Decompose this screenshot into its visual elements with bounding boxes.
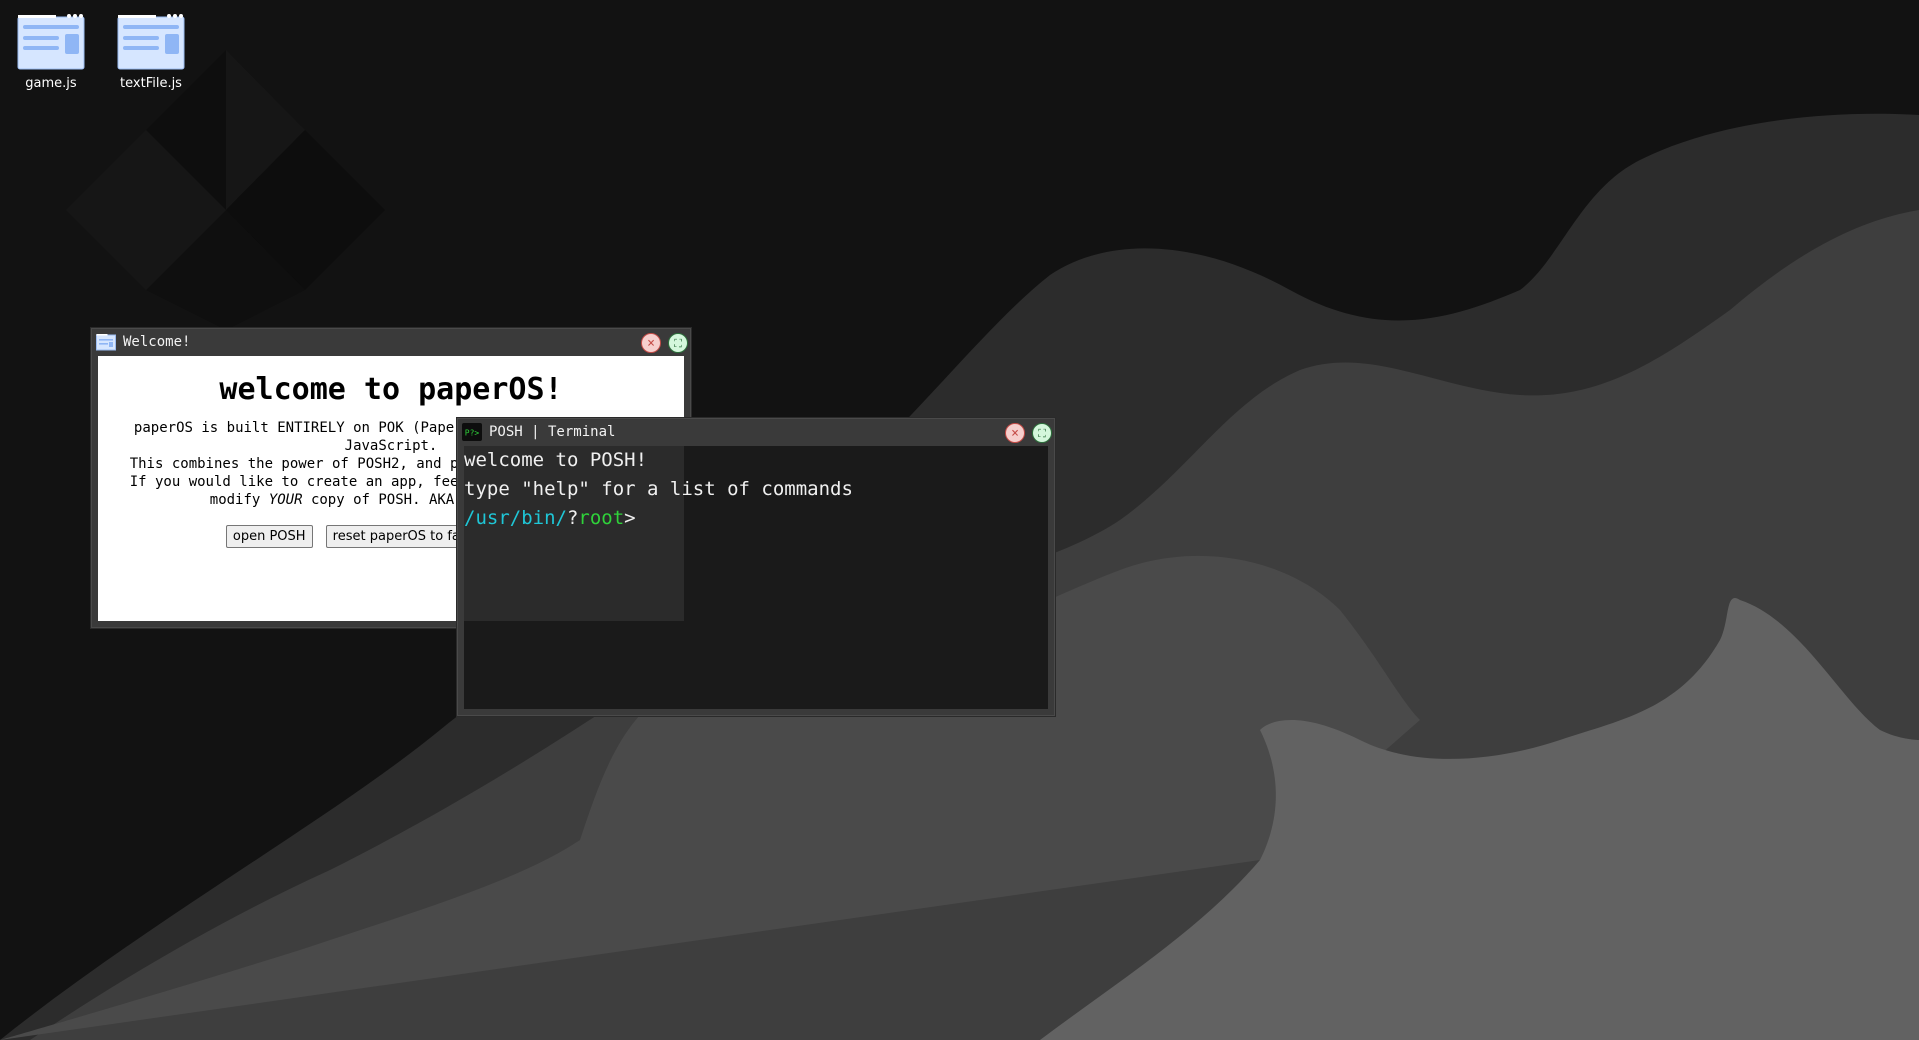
desktop-icon-label: textFile.js <box>120 76 182 91</box>
prompt-path: /usr/bin/ <box>464 507 567 529</box>
close-icon: × <box>1011 426 1019 441</box>
terminal-window: P?> POSH | Terminal × ⛶ welcome to POSH!… <box>457 418 1055 716</box>
desktop-icon-game-js[interactable]: game.js <box>1 12 101 91</box>
app-window-icon <box>117 14 185 70</box>
terminal-output[interactable]: welcome to POSH! type "help" for a list … <box>464 446 1048 709</box>
welcome-heading: welcome to paperOS! <box>219 372 563 407</box>
open-posh-button[interactable]: open POSH <box>225 525 313 548</box>
close-icon: × <box>647 336 655 351</box>
desktop-icon-label: game.js <box>25 76 77 91</box>
emphasis-text: YOUR <box>268 492 303 508</box>
prompt-symbol: > <box>624 507 636 529</box>
maximize-button[interactable]: ⛶ <box>1032 423 1052 443</box>
terminal-prompt[interactable]: /usr/bin/?root> <box>464 504 853 533</box>
maximize-button[interactable]: ⛶ <box>668 333 688 353</box>
app-window-icon <box>17 14 85 70</box>
terminal-titlebar[interactable]: P?> POSH | Terminal × ⛶ <box>458 419 1054 445</box>
window-title: Welcome! <box>123 334 191 350</box>
desktop: game.js textFile.js Welcome! × ⛶ welcome… <box>0 0 1919 1040</box>
terminal-icon: P?> <box>462 423 482 441</box>
close-button[interactable]: × <box>641 333 661 353</box>
maximize-icon: ⛶ <box>674 337 682 350</box>
terminal-line: type "help" for a list of commands <box>464 478 853 500</box>
app-window-icon <box>96 334 116 351</box>
window-title: POSH | Terminal <box>489 424 616 440</box>
description-line: modify <box>209 492 261 508</box>
prompt-marker: ? <box>566 507 579 529</box>
welcome-titlebar[interactable]: Welcome! × ⛶ <box>92 329 690 355</box>
close-button[interactable]: × <box>1005 423 1025 443</box>
terminal-body: welcome to POSH! type "help" for a list … <box>464 446 853 533</box>
terminal-line: welcome to POSH! <box>464 449 648 471</box>
desktop-icon-textfile-js[interactable]: textFile.js <box>101 12 201 91</box>
terminal-icon-text: P?> <box>465 429 480 438</box>
maximize-icon: ⛶ <box>1038 427 1046 440</box>
prompt-user: root <box>578 507 625 529</box>
